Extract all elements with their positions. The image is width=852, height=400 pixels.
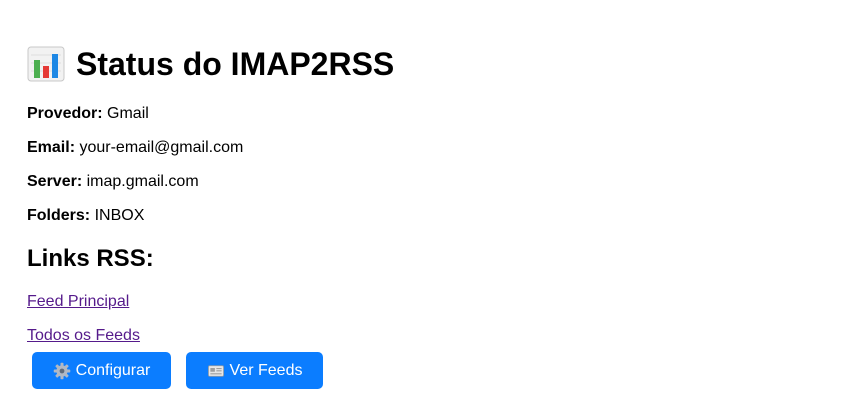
folders-row: Folders: INBOX [27,206,144,226]
server-row: Server: imap.gmail.com [27,172,199,192]
folders-value: INBOX [94,207,145,224]
provider-row: Provedor: Gmail [27,104,149,124]
gear-icon [53,362,70,379]
view-feeds-button[interactable]: Ver Feeds [186,352,323,389]
configure-button-label: Configurar [75,362,151,379]
server-label: Server: [27,173,83,190]
email-value: your-email@gmail.com [79,139,244,156]
server-value: imap.gmail.com [86,173,199,190]
page-title: Status do IMAP2RSS [27,44,394,84]
view-feeds-button-label: Ver Feeds [229,362,303,379]
email-row: Email: your-email@gmail.com [27,138,243,158]
bar-chart-icon [27,46,65,82]
links-section-title: Links RSS: [27,245,154,272]
email-label: Email: [27,139,76,156]
provider-label: Provedor: [27,105,103,122]
provider-value: Gmail [107,105,149,122]
page-title-text: Status do IMAP2RSS [76,46,395,82]
feed-principal-link[interactable]: Feed Principal [27,292,129,312]
folders-label: Folders: [27,207,91,224]
status-page: Status do IMAP2RSS Provedor: Gmail Email… [0,0,852,400]
newspaper-icon [207,364,224,377]
todos-feeds-link[interactable]: Todos os Feeds [27,326,140,346]
configure-button[interactable]: Configurar [32,352,171,389]
